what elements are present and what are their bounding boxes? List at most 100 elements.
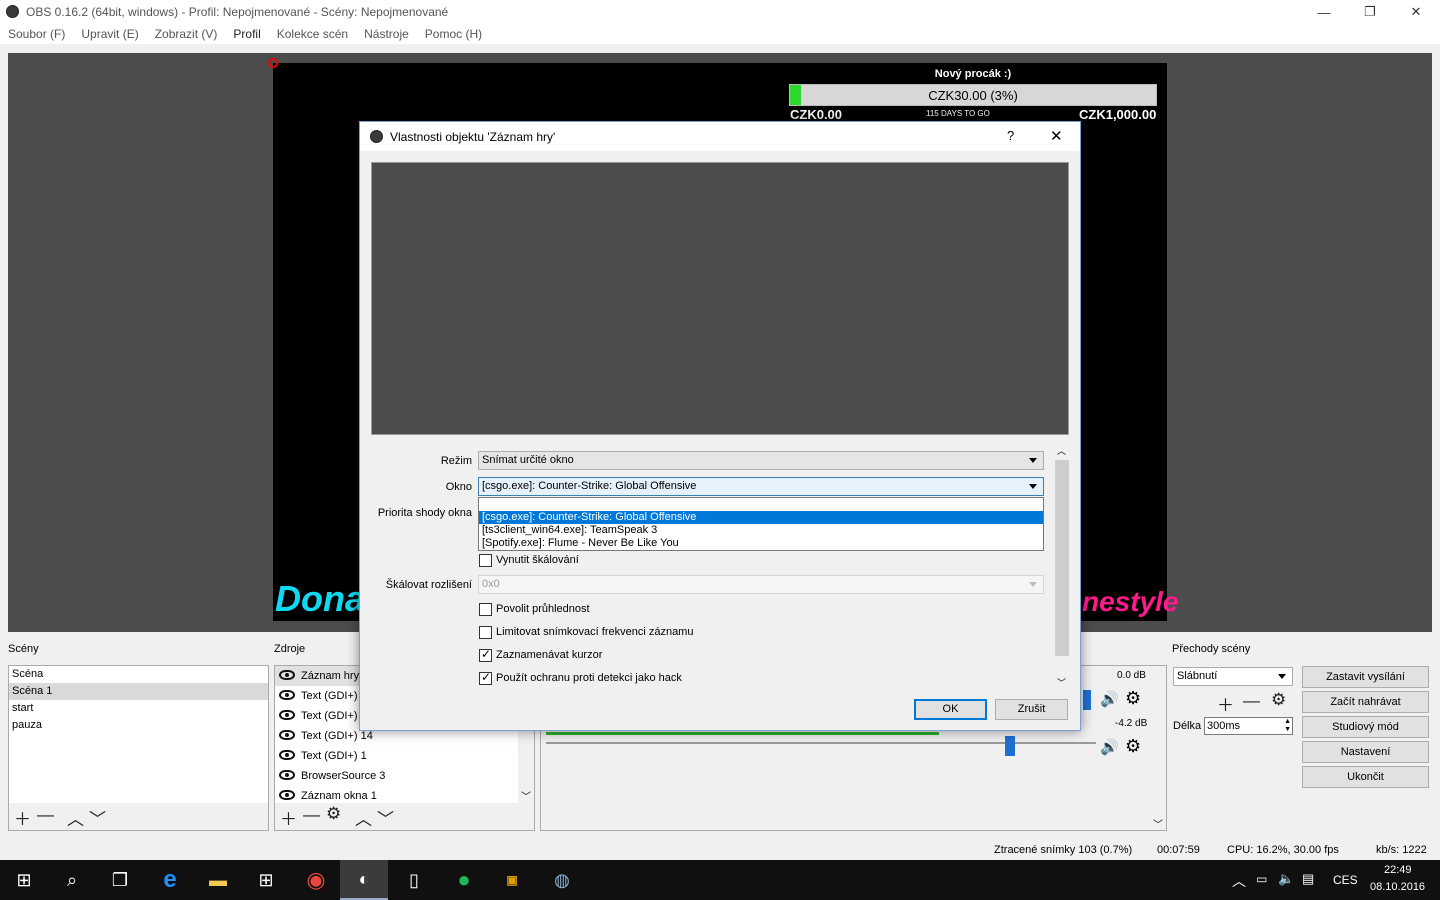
dropdown-option[interactable]: [Spotify.exe]: Flume - Never Be Like You bbox=[479, 537, 1043, 550]
visibility-eye-icon[interactable] bbox=[279, 690, 295, 700]
speaker-icon[interactable]: 🔊 bbox=[1100, 738, 1119, 756]
limit-framerate-checkbox[interactable] bbox=[479, 626, 492, 639]
settings-button[interactable]: Nastavení bbox=[1302, 741, 1429, 763]
list-item[interactable]: BrowserSource 3 bbox=[275, 766, 534, 786]
dialog-preview bbox=[371, 162, 1069, 435]
scroll-down-icon[interactable]: ﹀ bbox=[1057, 676, 1066, 689]
transition-select[interactable]: Slábnutí bbox=[1173, 667, 1293, 686]
exit-button[interactable]: Ukončit bbox=[1302, 766, 1429, 788]
studio-mode-button[interactable]: Studiový mód bbox=[1302, 716, 1429, 738]
visibility-eye-icon[interactable] bbox=[279, 710, 295, 720]
move-scene-down-button[interactable]: ﹀ bbox=[89, 805, 106, 830]
chevron-up-icon[interactable]: ︿ bbox=[1232, 871, 1246, 891]
force-scaling-checkbox[interactable] bbox=[479, 554, 492, 567]
dialog-scrollbar[interactable]: ︿ ﹀ bbox=[1054, 446, 1070, 691]
capture-cursor-checkbox[interactable] bbox=[479, 647, 492, 662]
spin-arrows-icon[interactable]: ▲ ▼ bbox=[1284, 718, 1291, 734]
list-item[interactable]: Text (GDI+) 1 bbox=[275, 746, 534, 766]
volume-icon[interactable]: 🔈 bbox=[1278, 871, 1294, 887]
remove-scene-button[interactable]: — bbox=[37, 805, 54, 825]
remove-source-button[interactable]: — bbox=[303, 805, 320, 825]
duration-spinbox[interactable]: 300ms ▲ ▼ bbox=[1204, 717, 1293, 735]
dropdown-option[interactable]: [csgo.exe]: Counter-Strike: Global Offen… bbox=[479, 511, 1043, 524]
visibility-eye-icon[interactable] bbox=[279, 670, 295, 680]
clock-time[interactable]: 22:49 bbox=[1384, 864, 1412, 876]
edge-icon[interactable]: e bbox=[146, 860, 194, 900]
menu-scene-collection[interactable]: Kolekce scén bbox=[269, 24, 356, 44]
mixer-db-1: 0.0 dB bbox=[1117, 670, 1146, 681]
volume-slider-2[interactable] bbox=[1005, 736, 1015, 756]
visibility-eye-icon[interactable] bbox=[279, 770, 295, 780]
list-item[interactable]: start bbox=[9, 700, 268, 717]
csgo-icon[interactable]: ▣ bbox=[488, 860, 536, 900]
menu-file[interactable]: Soubor (F) bbox=[0, 24, 73, 44]
add-transition-button[interactable]: ＋ bbox=[1217, 691, 1234, 716]
visibility-eye-icon[interactable] bbox=[279, 750, 295, 760]
stop-streaming-button[interactable]: Zastavit vysílání bbox=[1302, 666, 1429, 688]
visibility-eye-icon[interactable] bbox=[279, 730, 295, 740]
dialog-title-bar: Vlastnosti objektu 'Záznam hry' ? ✕ bbox=[360, 122, 1080, 151]
spotify-icon[interactable]: ● bbox=[440, 860, 488, 900]
scroll-up-icon[interactable]: ︿ bbox=[1057, 444, 1066, 457]
gear-icon[interactable]: ⚙ bbox=[1125, 688, 1141, 709]
add-scene-button[interactable]: ＋ bbox=[14, 805, 31, 830]
windows-start-icon[interactable]: ⊞ bbox=[0, 860, 48, 900]
add-source-button[interactable]: ＋ bbox=[280, 805, 297, 830]
window-select[interactable]: [csgo.exe]: Counter-Strike: Global Offen… bbox=[478, 477, 1044, 496]
language-indicator[interactable]: CES bbox=[1333, 873, 1358, 887]
volume-slider-1[interactable] bbox=[1083, 690, 1091, 710]
allow-transparency-checkbox[interactable] bbox=[479, 603, 492, 616]
move-source-up-button[interactable]: ︿ bbox=[355, 805, 372, 830]
gear-icon[interactable]: ⚙ bbox=[326, 804, 341, 824]
obs-taskbar-icon[interactable]: ◐ bbox=[340, 860, 388, 900]
dialog-close-button[interactable]: ✕ bbox=[1050, 127, 1063, 145]
list-item[interactable]: pauza bbox=[9, 717, 268, 734]
store-icon[interactable]: ⊞ bbox=[242, 860, 290, 900]
scrollbar-thumb[interactable] bbox=[1055, 460, 1069, 656]
window-title: OBS 0.16.2 (64bit, windows) - Profil: Ne… bbox=[26, 5, 449, 19]
task-view-icon[interactable]: ❐ bbox=[96, 860, 144, 900]
clock-date[interactable]: 08.10.2016 bbox=[1370, 881, 1425, 893]
remove-transition-button[interactable]: — bbox=[1243, 691, 1260, 711]
chrome-icon[interactable]: ◉ bbox=[292, 860, 340, 900]
help-button[interactable]: ? bbox=[1007, 128, 1014, 143]
speaker-icon[interactable]: 🔊 bbox=[1100, 690, 1119, 708]
menu-profile[interactable]: Profil bbox=[225, 24, 268, 44]
move-source-down-button[interactable]: ﹀ bbox=[377, 805, 394, 830]
list-item[interactable]: Scéna bbox=[9, 666, 268, 683]
maximize-button[interactable]: ❐ bbox=[1347, 0, 1393, 24]
gear-icon[interactable]: ⚙ bbox=[1271, 690, 1286, 710]
donation-goal-days: 115 DAYS TO GO bbox=[926, 109, 990, 118]
mixer-db-2: -4.2 dB bbox=[1115, 718, 1148, 729]
menu-edit[interactable]: Upravit (E) bbox=[73, 24, 146, 44]
search-icon[interactable]: ⌕ bbox=[48, 860, 96, 900]
file-explorer-icon[interactable]: ▬ bbox=[194, 860, 242, 900]
force-scaling-label: Vynutit škálování bbox=[496, 554, 579, 566]
scroll-down-icon[interactable]: ﹀ bbox=[521, 788, 531, 803]
mode-select[interactable]: Snímat určité okno bbox=[478, 451, 1044, 470]
window-dropdown-list: [csgo.exe]: Counter-Strike: Global Offen… bbox=[478, 497, 1044, 551]
scroll-down-icon[interactable]: ﹀ bbox=[1153, 816, 1163, 831]
ok-button[interactable]: OK bbox=[914, 699, 987, 720]
gear-icon[interactable]: ⚙ bbox=[1125, 736, 1141, 757]
network-icon[interactable]: ▭ bbox=[1256, 872, 1267, 886]
selection-handle-icon[interactable] bbox=[268, 58, 278, 68]
audio-meter-2 bbox=[546, 732, 939, 735]
start-recording-button[interactable]: Začít nahrávat bbox=[1302, 691, 1429, 713]
menu-help[interactable]: Pomoc (H) bbox=[417, 24, 490, 44]
steam-icon[interactable]: ◍ bbox=[538, 860, 586, 900]
list-item[interactable]: Scéna 1 bbox=[9, 683, 268, 700]
close-button[interactable]: ✕ bbox=[1393, 0, 1439, 24]
notifications-icon[interactable]: ▤ bbox=[1302, 871, 1314, 887]
stream-time: 00:07:59 bbox=[1157, 844, 1200, 856]
menu-tools[interactable]: Nástroje bbox=[356, 24, 417, 44]
move-scene-up-button[interactable]: ︿ bbox=[67, 805, 84, 830]
dropdown-option[interactable]: [ts3client_win64.exe]: TeamSpeak 3 bbox=[479, 524, 1043, 537]
visibility-eye-icon[interactable] bbox=[279, 790, 295, 800]
anti-cheat-checkbox[interactable] bbox=[479, 670, 492, 685]
dialog-title: Vlastnosti objektu 'Záznam hry' bbox=[390, 130, 556, 144]
menu-view[interactable]: Zobrazit (V) bbox=[147, 24, 226, 44]
minimize-button[interactable]: — bbox=[1301, 0, 1347, 24]
notepad-icon[interactable]: ▯ bbox=[390, 860, 438, 900]
cancel-button[interactable]: Zrušit bbox=[995, 699, 1068, 720]
